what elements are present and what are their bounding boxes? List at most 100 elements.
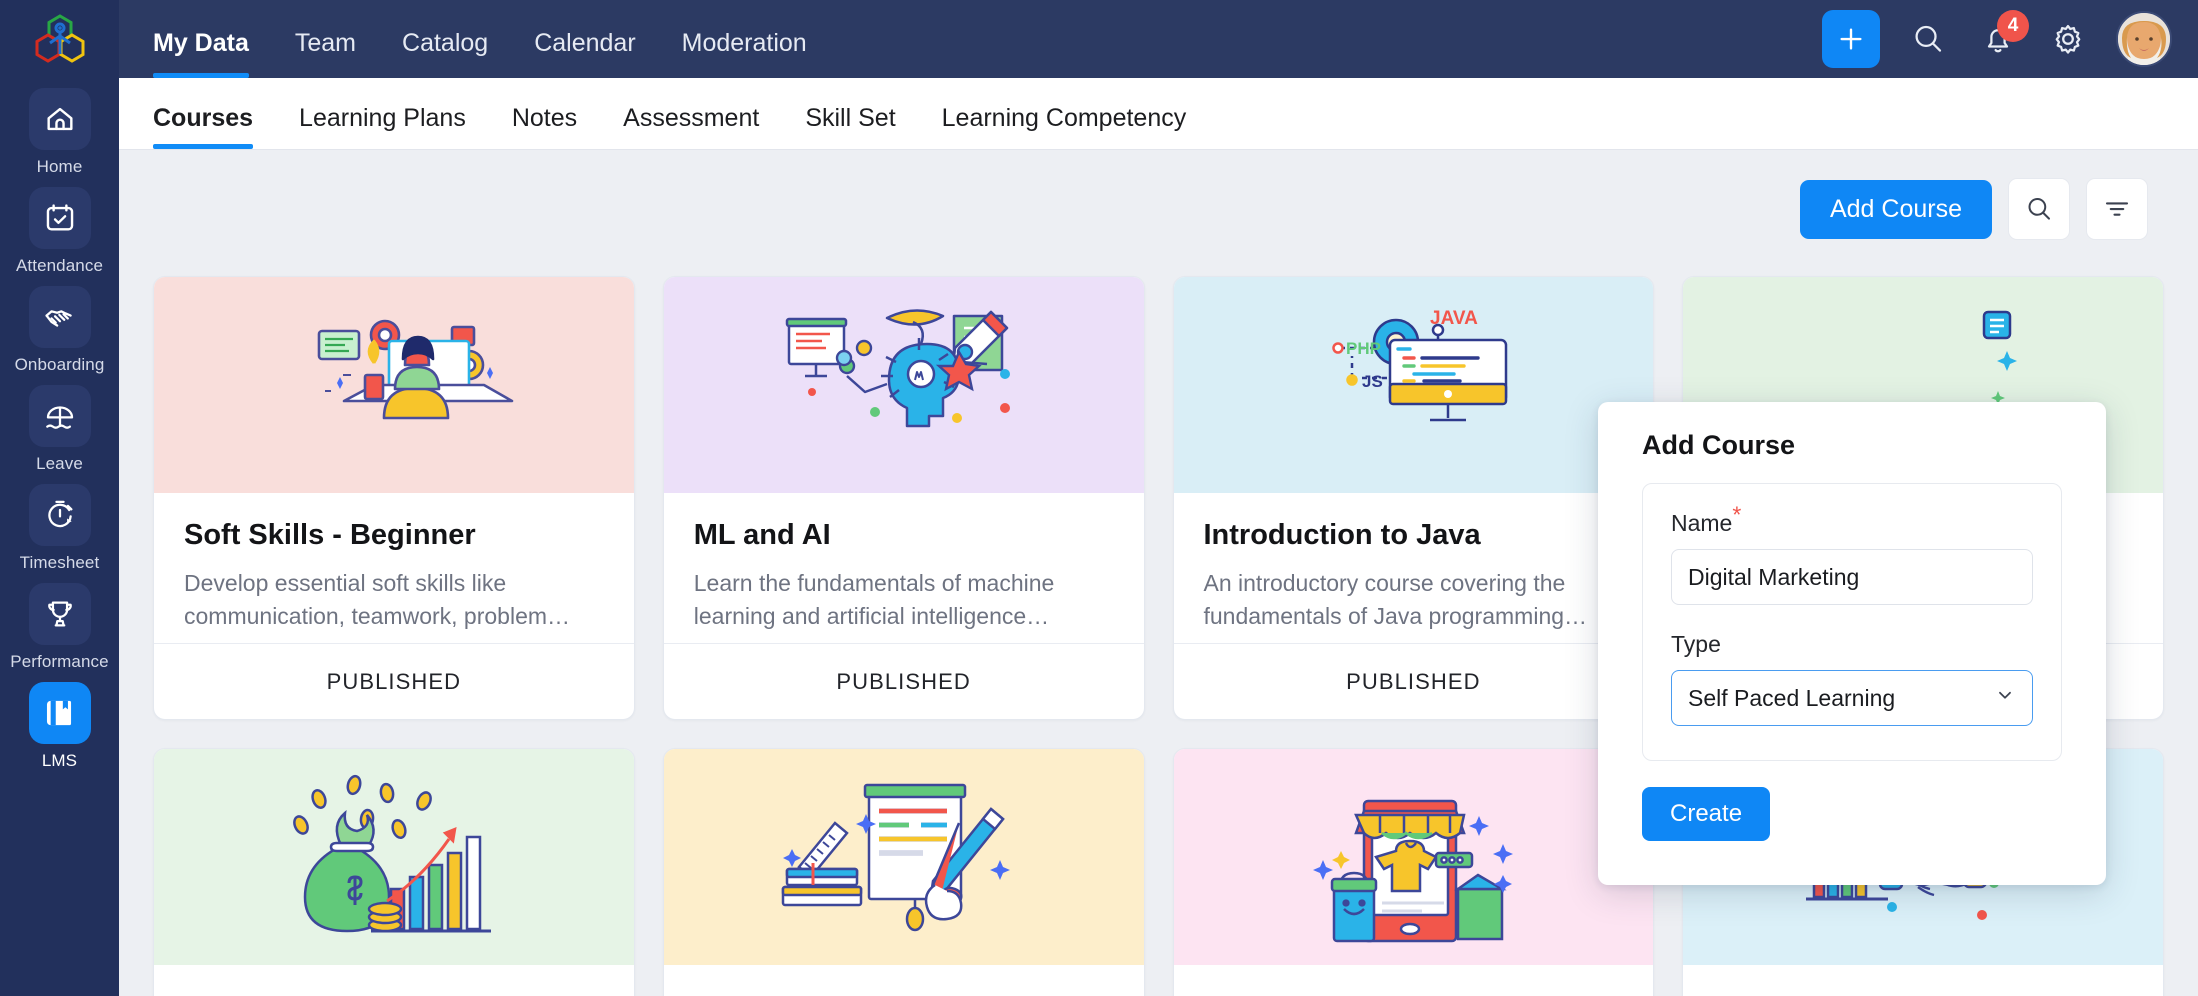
popover-form: Name* Type Self Paced Learning: [1642, 483, 2062, 761]
tab-skill-set[interactable]: Skill Set: [805, 104, 895, 149]
home-icon: [29, 88, 91, 150]
notification-badge: 4: [1997, 10, 2029, 42]
beach-umbrella-icon: [29, 385, 91, 447]
money-bag-growth-illustration: [259, 767, 529, 947]
sidebar-item-lms[interactable]: LMS: [0, 682, 119, 771]
course-description: Learn the fundamentals of machine learni…: [694, 567, 1114, 632]
sidebar-item-performance[interactable]: Performance: [0, 583, 119, 672]
course-thumbnail: JAVA: [1174, 277, 1654, 493]
main-area: My Data Team Catalog Calendar Moderation: [119, 0, 2198, 996]
plus-icon: [1836, 24, 1866, 54]
tab-my-data[interactable]: My Data: [153, 29, 249, 78]
sidebar-item-label: Home: [37, 157, 83, 177]
required-asterisk: *: [1732, 501, 1741, 527]
hexagon-people-logo-icon: [33, 14, 87, 64]
tab-learning-competency[interactable]: Learning Competency: [942, 104, 1187, 149]
sidebar-item-label: Onboarding: [15, 355, 105, 375]
settings-button[interactable]: [2046, 17, 2090, 61]
tab-courses[interactable]: Courses: [153, 104, 253, 149]
course-card[interactable]: [1173, 748, 1655, 996]
sidebar-item-onboarding[interactable]: Onboarding: [0, 286, 119, 375]
content-area: Add Course: [119, 150, 2198, 996]
top-nav-actions: 4: [1822, 0, 2198, 78]
sub-navigation: Courses Learning Plans Notes Assessment …: [119, 78, 2198, 150]
course-thumbnail: [664, 749, 1144, 965]
add-course-button[interactable]: Add Course: [1800, 180, 1992, 239]
sidebar-item-leave[interactable]: Leave: [0, 385, 119, 474]
sidebar-item-label: Timesheet: [20, 553, 100, 573]
tab-notes[interactable]: Notes: [512, 104, 577, 149]
course-card[interactable]: [663, 748, 1145, 996]
tab-team[interactable]: Team: [295, 29, 356, 78]
tab-assessment[interactable]: Assessment: [623, 104, 759, 149]
notifications-button[interactable]: 4: [1976, 17, 2020, 61]
user-avatar[interactable]: [2116, 11, 2172, 67]
course-thumbnail: [154, 277, 634, 493]
popover-title: Add Course: [1642, 430, 2062, 461]
course-title: Soft Skills - Beginner: [184, 517, 604, 553]
course-description: Develop essential soft skills like commu…: [184, 567, 604, 632]
search-icon: [1910, 21, 1946, 57]
type-field-label: Type: [1671, 631, 2033, 658]
sidebar-item-attendance[interactable]: Attendance: [0, 187, 119, 276]
svg-text:JS: JS: [1362, 372, 1383, 391]
course-info: [154, 965, 634, 996]
course-info: [1174, 965, 1654, 996]
sidebar-item-label: LMS: [42, 751, 77, 771]
brain-ideas-illustration: [769, 300, 1039, 470]
stopwatch-icon: [29, 484, 91, 546]
trophy-icon: [29, 583, 91, 645]
person-at-computer-illustration: [259, 303, 529, 468]
course-title: ML and AI: [694, 517, 1114, 553]
course-search-button[interactable]: [2008, 178, 2070, 240]
tab-moderation[interactable]: Moderation: [682, 29, 807, 78]
course-type-select[interactable]: Self Paced Learning: [1671, 670, 2033, 726]
sidebar-item-timesheet[interactable]: Timesheet: [0, 484, 119, 573]
search-button[interactable]: [1906, 17, 1950, 61]
sidebar-item-label: Leave: [36, 454, 83, 474]
course-title: Introduction to Java: [1204, 517, 1624, 553]
course-status: PUBLISHED: [664, 643, 1144, 719]
search-icon: [2024, 194, 2054, 224]
calendar-check-icon: [29, 187, 91, 249]
svg-text:PHP: PHP: [1346, 339, 1381, 358]
app-root: Home Attendance Onboarding: [0, 0, 2198, 996]
book-icon: [29, 682, 91, 744]
tab-catalog[interactable]: Catalog: [402, 29, 488, 78]
course-name-input[interactable]: [1671, 549, 2033, 605]
name-label-text: Name: [1671, 510, 1732, 536]
course-thumbnail: [1174, 749, 1654, 965]
course-description: An introductory course covering the fund…: [1204, 567, 1624, 632]
sidebar-item-label: Performance: [10, 652, 108, 672]
top-navigation: My Data Team Catalog Calendar Moderation: [119, 0, 2198, 78]
sidebar-item-label: Attendance: [16, 256, 103, 276]
online-shop-illustration: [1278, 767, 1548, 947]
name-field-label: Name*: [1671, 510, 2033, 537]
add-course-popover: Add Course Name* Type Self Paced Learnin…: [1598, 402, 2106, 885]
course-info: [1683, 965, 2163, 996]
course-thumbnail: [664, 277, 1144, 493]
app-logo[interactable]: [0, 0, 119, 78]
filter-button[interactable]: [2086, 178, 2148, 240]
add-button[interactable]: [1822, 10, 1880, 68]
gear-icon: [2050, 21, 2086, 57]
course-card[interactable]: ML and AI Learn the fundamentals of mach…: [663, 276, 1145, 720]
tab-learning-plans[interactable]: Learning Plans: [299, 104, 466, 149]
handshake-icon: [29, 286, 91, 348]
tab-calendar[interactable]: Calendar: [534, 29, 635, 78]
course-info: [664, 965, 1144, 996]
course-status: PUBLISHED: [154, 643, 634, 719]
course-card[interactable]: [153, 748, 635, 996]
course-card[interactable]: Soft Skills - Beginner Develop essential…: [153, 276, 635, 720]
create-button[interactable]: Create: [1642, 787, 1770, 841]
filter-icon: [2102, 194, 2132, 224]
left-rail: Home Attendance Onboarding: [0, 0, 119, 996]
whiteboard-pen-illustration: [769, 767, 1039, 947]
course-info: Introduction to Java An introductory cou…: [1174, 493, 1654, 643]
chevron-down-icon: [1994, 684, 2016, 712]
course-card[interactable]: JAVA: [1173, 276, 1655, 720]
top-nav-tabs: My Data Team Catalog Calendar Moderation: [153, 0, 853, 78]
course-thumbnail: [154, 749, 634, 965]
sidebar-item-home[interactable]: Home: [0, 88, 119, 177]
avatar-image: [2118, 13, 2170, 65]
